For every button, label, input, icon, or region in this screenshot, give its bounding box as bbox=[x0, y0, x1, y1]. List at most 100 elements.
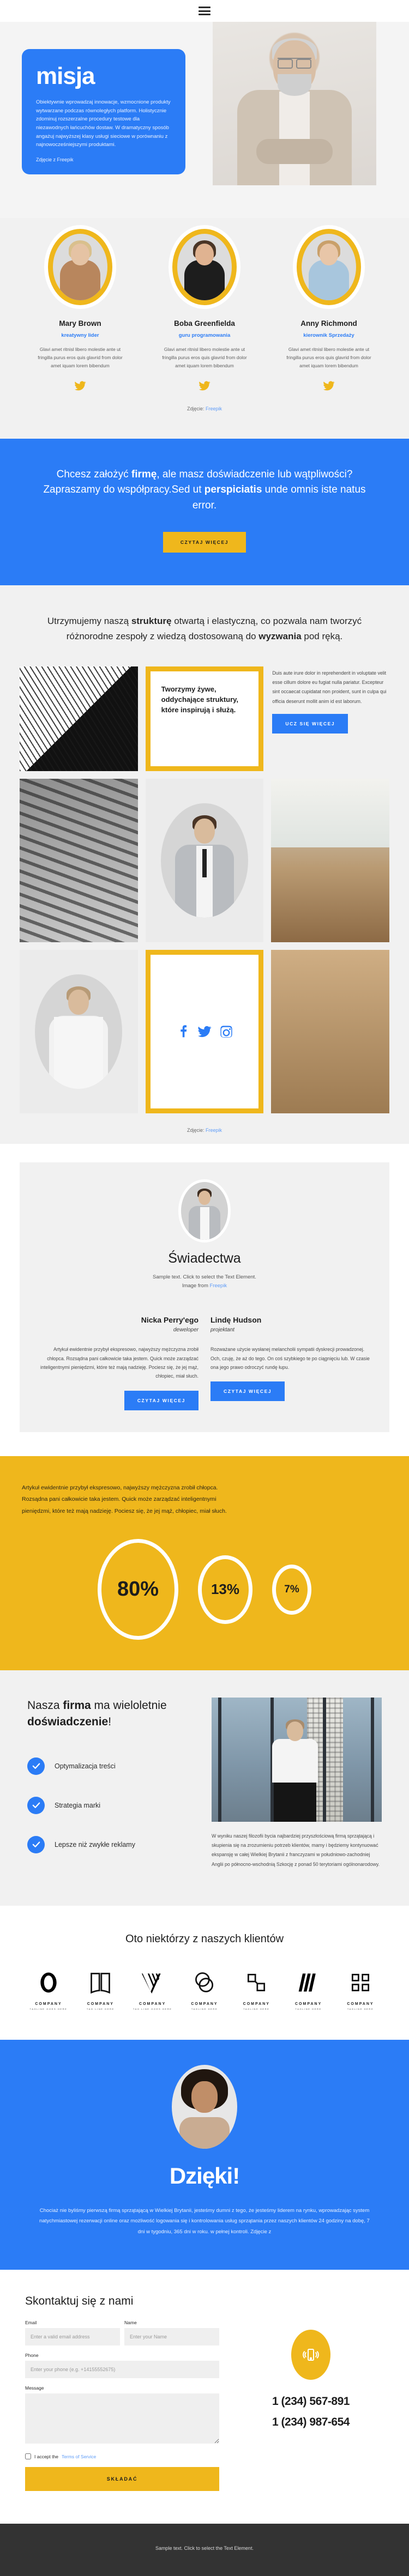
gallery-section: Tworzymy żywe, oddychające struktury, kt… bbox=[0, 662, 409, 1144]
statistics-circles: 80% 13% 7% bbox=[22, 1539, 387, 1640]
contact-form: Skontaktuj się z nami Email Name Phone M… bbox=[25, 2295, 219, 2492]
gallery-image-businessman bbox=[20, 950, 138, 1114]
credit-prefix: Zdjęcie: bbox=[187, 405, 206, 411]
feature-label: Optymalizacja treści bbox=[55, 1762, 116, 1770]
client-logo: COMPANY TAGLINE HERE bbox=[184, 1971, 225, 2010]
logo-mark-slashes-icon bbox=[298, 1973, 316, 1992]
twitter-icon[interactable] bbox=[197, 1025, 212, 1039]
experience-title: Nasza firma ma wieloletnie doświadczenie… bbox=[27, 1699, 167, 1728]
contact-phone-block: 1 (234) 567-891 1 (234) 987-654 bbox=[238, 2295, 384, 2491]
credit-link[interactable]: Freepik bbox=[206, 1128, 222, 1133]
feature-item: Lepsze niż zwykłe reklamy bbox=[27, 1835, 193, 1853]
testimonial-name: Nicka Perry'ego bbox=[141, 1316, 199, 1325]
thanks-title: Dzięki! bbox=[169, 2162, 240, 2189]
avatar bbox=[297, 229, 361, 305]
clients-logo-row: COMPANY TAGLINE GOES HERE COMPANY TAG LI… bbox=[16, 1971, 393, 2010]
testimonials-sub-line-2: Image from Freepik bbox=[182, 1283, 227, 1289]
contact-section: Skontaktuj się z nami Email Name Phone M… bbox=[0, 2270, 409, 2524]
logo-mark-chevron-icon bbox=[141, 1973, 161, 1993]
hamburger-menu-icon[interactable] bbox=[199, 7, 210, 15]
team-member-card: Boba Greenfielda guru programowania Glav… bbox=[150, 229, 259, 392]
team-member-name: Mary Brown bbox=[59, 319, 101, 328]
gallery-text-cell: Duis aute irure dolor in reprehenderit i… bbox=[271, 666, 389, 771]
testimonial-list: Nicka Perry'ego deweloper Artykuł ewiden… bbox=[38, 1316, 371, 1410]
testimonial-role: projektant bbox=[210, 1327, 234, 1334]
feature-item: Optymalizacja treści bbox=[27, 1757, 193, 1775]
team-member-description: Glavi amet ritnisl libero molestie ante … bbox=[162, 347, 247, 368]
top-navigation-bar bbox=[0, 0, 409, 22]
cta-read-more-button[interactable]: CZYTAJ WIĘCEJ bbox=[163, 532, 246, 553]
check-circle-icon bbox=[27, 1796, 45, 1814]
cta-text: Chcesz założyć firmę, ale masz doświadcz… bbox=[43, 468, 366, 511]
message-label: Message bbox=[25, 2385, 44, 2391]
terms-of-service-link[interactable]: Terms of Service bbox=[62, 2454, 96, 2459]
footer-text: Sample text. Click to select the Text El… bbox=[155, 2545, 254, 2551]
instagram-icon[interactable] bbox=[219, 1025, 233, 1039]
structure-paragraph: Utrzymujemy naszą strukturę otwartą i el… bbox=[47, 616, 362, 641]
structure-intro-section: Utrzymujemy naszą strukturę otwartą i el… bbox=[0, 585, 409, 663]
clients-section: Oto niektórzy z naszych klientów COMPANY… bbox=[0, 1905, 409, 2040]
gallery-image-pointing-man bbox=[145, 779, 264, 943]
avatar bbox=[172, 229, 237, 305]
avatar bbox=[48, 229, 112, 305]
twitter-icon[interactable] bbox=[274, 380, 383, 392]
phone-field[interactable] bbox=[25, 2361, 219, 2379]
testimonial-name: Lindę Hudson bbox=[210, 1316, 262, 1325]
testimonial-text: Rozważane użycie wysłanej melancholii sy… bbox=[210, 1347, 370, 1370]
message-field[interactable] bbox=[25, 2393, 219, 2444]
hero-body-text: Obiektywnie wprowadzaj innowacje, wzmocn… bbox=[36, 99, 171, 148]
email-label: Email bbox=[25, 2320, 37, 2326]
logo-mark-squares-icon bbox=[248, 1973, 266, 1991]
credit-link[interactable]: Freepik bbox=[210, 1283, 227, 1289]
name-field[interactable] bbox=[124, 2328, 219, 2346]
team-member-role: guru programowania bbox=[178, 332, 231, 338]
check-circle-icon bbox=[27, 1835, 45, 1853]
credit-link[interactable]: Freepik bbox=[206, 406, 222, 411]
twitter-icon[interactable] bbox=[150, 380, 259, 392]
facebook-icon[interactable] bbox=[176, 1025, 190, 1039]
team-section: Mary Brown kreatywny lider Glavi amet ri… bbox=[0, 218, 409, 439]
twitter-icon[interactable] bbox=[26, 380, 135, 392]
testimonial-read-more-button[interactable]: CZYTAJ WIĘCEJ bbox=[124, 1390, 199, 1410]
statistics-paragraph: Artykuł ewidentnie przybył ekspresowo, n… bbox=[22, 1484, 227, 1514]
team-member-description: Glavi amet ritnisl libero molestie ante … bbox=[38, 347, 123, 368]
learn-more-button[interactable]: UCZ SIĘ WIĘCEJ bbox=[272, 713, 348, 734]
contact-heading: Skontaktuj się z nami bbox=[25, 2295, 134, 2308]
team-member-card: Mary Brown kreatywny lider Glavi amet ri… bbox=[26, 229, 135, 392]
phone-number[interactable]: 1 (234) 987-654 bbox=[238, 2416, 384, 2429]
experience-paragraph: W wyniku naszej filozofii bycia najbardz… bbox=[212, 1833, 380, 1867]
logo-mark-book-icon bbox=[91, 1972, 111, 1994]
testimonials-subtitle: Sample text. Click to select the Text El… bbox=[38, 1273, 371, 1290]
client-logo: COMPANY TAGLINE HERE bbox=[236, 1971, 276, 2010]
experience-section: Nasza firma ma wieloletnie doświadczenie… bbox=[0, 1670, 409, 1906]
gallery-image-desk-teamwork bbox=[271, 950, 389, 1114]
testimonial-read-more-button[interactable]: CZYTAJ WIĘCEJ bbox=[210, 1381, 285, 1402]
terms-checkbox[interactable] bbox=[25, 2453, 31, 2460]
clients-heading: Oto niektórzy z naszych klientów bbox=[125, 1932, 284, 1945]
name-label: Name bbox=[124, 2320, 137, 2326]
logo-mark-circles-icon bbox=[195, 1972, 214, 1992]
hero-photo bbox=[213, 22, 376, 185]
team-member-description: Glavi amet ritnisl libero molestie ante … bbox=[286, 347, 371, 368]
testimonial-card: Lindę Hudson projektant Rozważane użycie… bbox=[210, 1316, 371, 1410]
hero-title: misja bbox=[36, 63, 95, 89]
email-field[interactable] bbox=[25, 2328, 120, 2346]
client-logo: COMPANY TAGLINE HERE bbox=[288, 1971, 329, 2010]
logo-mark-blocks-icon bbox=[351, 1973, 370, 1991]
gallery-image-conference-room bbox=[271, 779, 389, 943]
client-logo: COMPANY TAG LINE HERE bbox=[80, 1971, 121, 2010]
page-footer: Sample text. Click to select the Text El… bbox=[0, 2524, 409, 2576]
phone-label: Phone bbox=[25, 2353, 39, 2359]
testimonial-card: Nicka Perry'ego deweloper Artykuł ewiden… bbox=[38, 1316, 199, 1410]
submit-button[interactable]: SKŁADAĆ bbox=[25, 2467, 219, 2492]
thanks-section: Dzięki! Chociaż nie byliśmy pierwszą fir… bbox=[0, 2039, 409, 2270]
experience-photo bbox=[212, 1698, 382, 1822]
hero-image-credit: Zdjęcie z Freepik bbox=[36, 157, 74, 163]
gallery-grid: Tworzymy żywe, oddychające struktury, kt… bbox=[20, 666, 389, 1114]
testimonials-title: Świadectwa bbox=[168, 1251, 241, 1266]
gallery-social-card bbox=[145, 950, 264, 1114]
testimonial-role: deweloper bbox=[173, 1327, 199, 1334]
phone-number[interactable]: 1 (234) 567-891 bbox=[238, 2395, 384, 2408]
gallery-quote-card: Tworzymy żywe, oddychające struktury, kt… bbox=[145, 666, 264, 772]
feature-item: Strategia marki bbox=[27, 1796, 193, 1814]
